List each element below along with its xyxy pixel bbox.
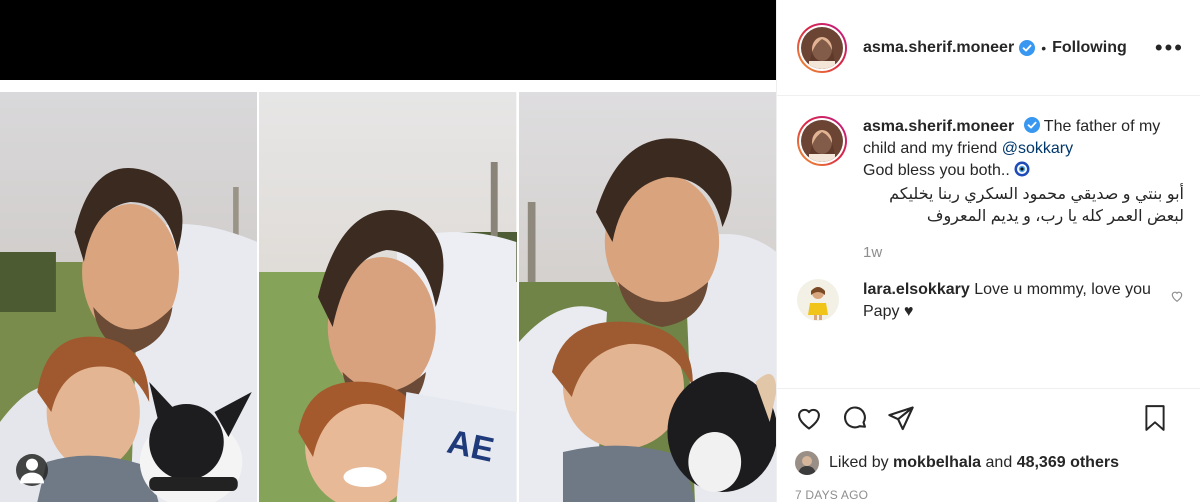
comment-item: lara.elsokkary Love u mommy, love you Pa… bbox=[797, 279, 1184, 323]
evil-eye-emoji bbox=[1014, 161, 1030, 177]
collage-panel-2: AE bbox=[259, 92, 517, 502]
selfie-photo-1 bbox=[0, 92, 258, 502]
liker-avatar[interactable] bbox=[795, 451, 819, 475]
post-actions-bar bbox=[777, 388, 1200, 446]
post-date[interactable]: 7 DAYS AGO bbox=[777, 480, 1200, 502]
author-username[interactable]: asma.sherif.moneer bbox=[863, 39, 1014, 57]
caption-mention-link[interactable]: @sokkary bbox=[1002, 140, 1073, 157]
likes-count-link[interactable]: 48,369 others bbox=[1017, 454, 1119, 472]
caption-author-avatar[interactable] bbox=[797, 116, 847, 166]
following-button[interactable]: Following bbox=[1052, 39, 1127, 57]
likes-conjunction: and bbox=[985, 454, 1013, 471]
bookmark-icon[interactable] bbox=[1142, 404, 1168, 432]
post-media[interactable]: AE bbox=[0, 0, 776, 502]
caption-author[interactable]: asma.sherif.moneer bbox=[863, 118, 1014, 135]
media-top-letterbox bbox=[0, 0, 776, 80]
comments-section: asma.sherif.moneer The father of my chil… bbox=[777, 96, 1200, 388]
caption-time[interactable]: 1w bbox=[863, 244, 1184, 261]
author-avatar[interactable] bbox=[797, 22, 847, 73]
verified-badge-icon bbox=[1019, 39, 1036, 56]
likes-user-link[interactable]: mokbelhala bbox=[893, 454, 981, 472]
comment-like-heart-icon[interactable] bbox=[1170, 289, 1184, 303]
post-header: asma.sherif.moneer • Following ••• bbox=[777, 0, 1200, 96]
collage-panel-3 bbox=[518, 92, 776, 502]
caption-arabic-text: أبو بنتي و صديقي محمود السكري ربنا يخليك… bbox=[889, 186, 1184, 225]
post-caption: asma.sherif.moneer The father of my chil… bbox=[797, 116, 1184, 228]
commenter-avatar[interactable] bbox=[797, 279, 839, 321]
comment-author[interactable]: lara.elsokkary bbox=[863, 281, 970, 298]
user-tag-icon[interactable] bbox=[16, 454, 48, 486]
likes-prefix: Liked by bbox=[829, 454, 889, 471]
post-sidebar: asma.sherif.moneer • Following ••• asma.… bbox=[776, 0, 1200, 502]
heart-icon[interactable] bbox=[795, 404, 823, 432]
instagram-post: AE asma.sherif.moneer • Following ••• as… bbox=[0, 0, 1200, 502]
header-separator: • bbox=[1041, 39, 1047, 56]
selfie-photo-3 bbox=[518, 92, 776, 502]
collage-panel-1 bbox=[0, 92, 258, 502]
comment-icon[interactable] bbox=[841, 404, 869, 432]
selfie-photo-2: AE bbox=[259, 92, 517, 502]
more-options-icon[interactable]: ••• bbox=[1155, 35, 1184, 61]
comment-body: lara.elsokkary Love u mommy, love you Pa… bbox=[863, 279, 1158, 323]
verified-badge-icon bbox=[1023, 117, 1040, 133]
caption-body: asma.sherif.moneer The father of my chil… bbox=[863, 116, 1184, 228]
share-icon[interactable] bbox=[887, 404, 915, 432]
photo-collage: AE bbox=[0, 92, 776, 502]
caption-text-2: God bless you both.. bbox=[863, 162, 1010, 179]
likes-summary: Liked by mokbelhala and 48,369 others bbox=[777, 446, 1200, 480]
